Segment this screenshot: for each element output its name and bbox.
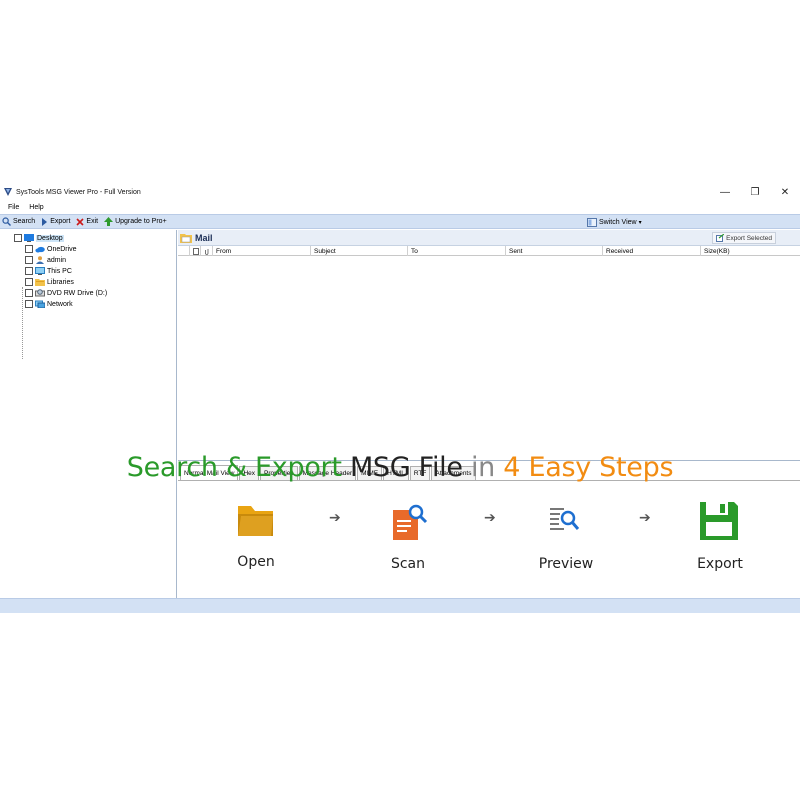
app-logo-icon	[4, 188, 12, 196]
status-bar	[0, 598, 800, 613]
tree-label: Network	[47, 300, 73, 308]
step-label-open: Open	[237, 554, 275, 570]
switch-view-button[interactable]: Switch View ▾	[587, 216, 642, 228]
switch-view-label: Switch View	[599, 218, 637, 226]
close-x-icon	[76, 217, 84, 226]
arrow-right-icon: ➔	[484, 509, 496, 525]
tree-label: DVD RW Drive (D:)	[47, 289, 108, 297]
scan-document-icon	[393, 504, 428, 540]
dvd-drive-icon	[35, 289, 45, 297]
step-label-scan: Scan	[390, 556, 426, 572]
tree-checkbox[interactable]	[14, 234, 22, 242]
play-arrow-icon	[42, 217, 48, 226]
mail-grid-header: From Subject To Sent Received Size(KB)	[178, 246, 800, 256]
menu-help[interactable]: Help	[29, 204, 43, 211]
tree-label: OneDrive	[47, 245, 77, 253]
mail-title: Mail	[195, 232, 213, 243]
minimize-button[interactable]: —	[710, 183, 740, 201]
mail-header: Mail Export Selected	[178, 230, 800, 246]
tree-item-onedrive[interactable]: OneDrive	[25, 244, 77, 254]
tree-checkbox[interactable]	[25, 300, 33, 308]
tree-checkbox[interactable]	[25, 267, 33, 275]
menu-bar: File Help	[0, 201, 800, 214]
export-icon	[716, 234, 725, 242]
desktop-icon	[24, 234, 34, 242]
computer-icon	[35, 267, 45, 275]
tree-checkbox[interactable]	[25, 256, 33, 264]
document-icon	[193, 247, 199, 255]
banner-headline-part4: 4 Easy Steps	[503, 452, 674, 483]
export-selected-button[interactable]: Export Selected	[712, 232, 776, 244]
tree-label: admin	[47, 256, 67, 264]
column-subject[interactable]: Subject	[311, 246, 408, 256]
arrow-right-icon: ➔	[329, 509, 341, 525]
export-label: Export	[50, 218, 71, 225]
save-disk-icon	[700, 502, 738, 540]
column-attachment[interactable]	[201, 246, 213, 256]
banner-headline-part1: Search & Export	[126, 452, 342, 483]
toolbar: Search Export Exit Upgrade to Pro+ Switc…	[0, 214, 800, 229]
tree-item-this-pc[interactable]: This PC	[25, 266, 72, 276]
folder-tree: Desktop OneDrive admin This PC Libraries…	[0, 230, 177, 598]
mail-folder-icon	[180, 233, 192, 243]
title-bar: SysTools MSG Viewer Pro - Full Version —…	[0, 183, 800, 201]
folder-icon	[35, 279, 45, 286]
restore-button[interactable]: ❐	[740, 183, 770, 201]
tree-checkbox[interactable]	[25, 289, 33, 297]
tree-label: Libraries	[47, 278, 74, 286]
column-sent[interactable]: Sent	[506, 246, 603, 256]
step-label-preview: Preview	[538, 556, 594, 572]
app-window: SysTools MSG Viewer Pro - Full Version —…	[0, 183, 800, 613]
close-button[interactable]: ✕	[770, 183, 800, 201]
tree-checkbox[interactable]	[25, 245, 33, 253]
column-received[interactable]: Received	[603, 246, 701, 256]
banner-headline-part2: MSG File	[349, 452, 463, 483]
step-label-export: Export	[697, 556, 743, 572]
arrow-right-icon: ➔	[639, 509, 651, 525]
column-type[interactable]	[190, 246, 201, 256]
banner-headline-part3: in	[470, 452, 495, 483]
column-select[interactable]	[178, 246, 190, 256]
preview-document-icon	[550, 508, 580, 530]
folder-icon	[238, 506, 273, 536]
search-label: Search	[13, 218, 36, 225]
user-icon	[36, 256, 44, 264]
upgrade-arrow-icon	[104, 217, 114, 226]
search-icon	[2, 217, 11, 226]
exit-button[interactable]: Exit	[76, 217, 99, 226]
window-controls: — ❐ ✕	[710, 183, 800, 201]
mail-pane: Mail Export Selected From Subject To Sen…	[178, 230, 800, 598]
export-button[interactable]: Export	[41, 217, 71, 226]
upgrade-label: Upgrade to Pro+	[115, 218, 167, 225]
tree-item-desktop[interactable]: Desktop	[14, 233, 64, 243]
tree-label: Desktop	[36, 234, 64, 242]
tree-item-admin[interactable]: admin	[25, 255, 66, 265]
cloud-icon	[35, 246, 45, 253]
window-title: SysTools MSG Viewer Pro - Full Version	[16, 188, 141, 196]
paperclip-icon	[205, 248, 209, 255]
upgrade-button[interactable]: Upgrade to Pro+	[104, 217, 167, 226]
tree-item-network[interactable]: Network	[25, 299, 73, 309]
mail-list[interactable]	[178, 256, 800, 461]
switch-view-icon	[587, 217, 597, 227]
network-icon	[35, 300, 45, 308]
tree-checkbox[interactable]	[25, 278, 33, 286]
column-from[interactable]: From	[213, 246, 311, 256]
banner-headline: Search & Export MSG File in 4 Easy Steps	[0, 452, 800, 483]
column-to[interactable]: To	[408, 246, 506, 256]
export-selected-label: Export Selected	[726, 234, 772, 242]
tree-item-libraries[interactable]: Libraries	[25, 277, 74, 287]
tree-item-dvd-drive[interactable]: DVD RW Drive (D:)	[25, 288, 107, 298]
tree-connector	[22, 287, 23, 359]
chevron-down-icon: ▾	[638, 219, 642, 226]
exit-label: Exit	[86, 218, 99, 225]
menu-file[interactable]: File	[8, 204, 19, 211]
column-size[interactable]: Size(KB)	[701, 246, 800, 256]
search-button[interactable]: Search	[2, 217, 35, 226]
tree-label: This PC	[47, 267, 72, 275]
